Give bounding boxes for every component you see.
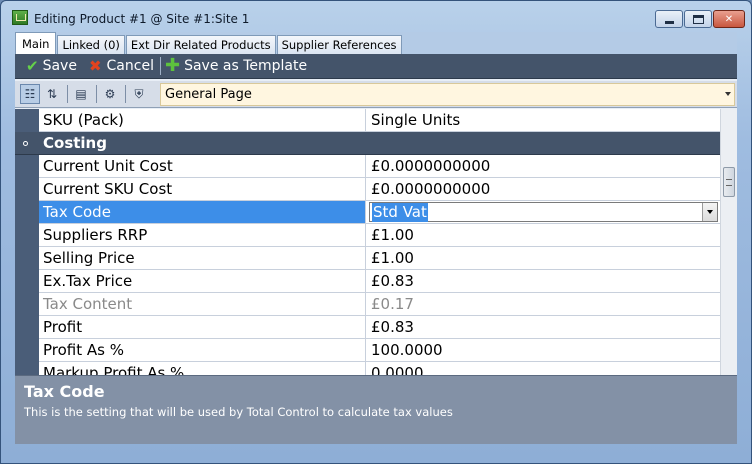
property-row-tax-code[interactable]: Tax Code Std Vat <box>39 201 720 224</box>
shield-icon: ⛨ <box>134 86 144 101</box>
property-value[interactable]: £1.00 <box>367 224 720 246</box>
save-as-template-button[interactable]: ✚ Save as Template <box>165 57 307 75</box>
property-name: Current SKU Cost <box>39 178 366 200</box>
tab-strip: Main Linked (0) Ext Dir Related Products… <box>15 32 737 54</box>
gear-icon: ⚙ <box>104 87 116 101</box>
client-area: Main Linked (0) Ext Dir Related Products… <box>15 32 737 444</box>
property-name: Current Unit Cost <box>39 155 366 177</box>
properties-page-button[interactable]: ▤ <box>71 84 91 104</box>
scrollbar-thumb[interactable] <box>723 167 735 197</box>
maximize-icon <box>692 14 704 24</box>
page-select-dropdown[interactable]: General Page <box>160 83 735 106</box>
security-button[interactable]: ⛨ <box>129 84 149 104</box>
property-name: Markup Profit As % <box>39 362 366 375</box>
tab-main[interactable]: Main <box>15 32 57 54</box>
property-name: Profit As % <box>39 339 366 361</box>
app-window: Editing Product #1 @ Site #1:Site 1 ✕ Ma… <box>0 0 752 464</box>
property-name: Ex.Tax Price <box>39 270 366 292</box>
property-name: Selling Price <box>39 247 366 269</box>
save-label: Save <box>42 58 77 74</box>
toolbar-separator <box>125 85 126 103</box>
tax-code-dropdown-button[interactable] <box>702 203 717 221</box>
property-row-profit-percent[interactable]: Profit As % 100.0000 <box>39 339 720 362</box>
property-row-current-unit-cost[interactable]: Current Unit Cost £0.0000000000 <box>39 155 720 178</box>
cancel-label: Cancel <box>106 58 154 74</box>
property-row-selling-price[interactable]: Selling Price £1.00 <box>39 247 720 270</box>
minimize-button[interactable] <box>655 10 683 28</box>
title-bar[interactable]: Editing Product #1 @ Site #1:Site 1 ✕ <box>1 1 751 33</box>
categorized-view-button[interactable]: ☷ <box>20 84 40 104</box>
check-icon: ✔ <box>26 57 39 75</box>
property-row-current-sku-cost[interactable]: Current SKU Cost £0.0000000000 <box>39 178 720 201</box>
property-value[interactable]: £1.00 <box>367 247 720 269</box>
category-row-costing[interactable]: Costing <box>15 132 720 155</box>
tab-linked[interactable]: Linked (0) <box>57 35 125 54</box>
sort-az-icon: ⇅ <box>46 87 58 101</box>
collapse-icon[interactable] <box>23 141 28 146</box>
property-name: Profit <box>39 316 366 338</box>
app-icon <box>12 10 28 25</box>
description-text: This is the setting that will be used by… <box>24 405 453 419</box>
property-value[interactable]: £0.83 <box>367 316 720 338</box>
property-row-suppliers-rrp[interactable]: Suppliers RRP £1.00 <box>39 224 720 247</box>
property-value[interactable]: Std Vat <box>367 201 720 223</box>
property-row-markup-profit-percent[interactable]: Markup Profit As % 0.0000 <box>39 362 720 375</box>
tab-ext-dir-related-products[interactable]: Ext Dir Related Products <box>125 35 276 54</box>
property-value[interactable]: £0.83 <box>367 270 720 292</box>
save-button[interactable]: ✔ Save <box>26 57 77 75</box>
toolbar-separator <box>159 57 161 75</box>
window-controls: ✕ <box>655 10 745 28</box>
categorized-icon: ☷ <box>24 87 36 101</box>
property-value[interactable]: £0.0000000000 <box>367 178 720 200</box>
close-button[interactable]: ✕ <box>713 10 745 28</box>
property-name: Tax Code <box>39 201 366 223</box>
maximize-button[interactable] <box>684 10 712 28</box>
action-toolbar: ✔ Save ✖ Cancel ✚ Save as Template <box>15 54 737 79</box>
property-row-ex-tax-price[interactable]: Ex.Tax Price £0.83 <box>39 270 720 293</box>
alphabetical-sort-button[interactable]: ⇅ <box>42 84 62 104</box>
property-grid: SKU (Pack) Single Units Costing Current … <box>15 109 737 375</box>
property-value: £0.17 <box>371 295 414 313</box>
property-grid-toolbar: ☷ ⇅ ▤ ⚙ ⛨ General Page <box>15 81 737 108</box>
window-title: Editing Product #1 @ Site #1:Site 1 <box>34 12 250 26</box>
plus-icon: ✚ <box>164 55 181 76</box>
page-icon: ▤ <box>75 87 87 101</box>
category-label: Costing <box>43 134 107 152</box>
property-name: SKU (Pack) <box>39 109 366 131</box>
close-icon: ✕ <box>724 13 734 25</box>
toolbar-separator <box>67 85 68 103</box>
property-row-tax-content[interactable]: Tax Content £0.17 <box>39 293 720 316</box>
tax-code-select-value: Std Vat <box>372 203 428 222</box>
minimize-icon <box>664 20 674 24</box>
property-row-sku-pack[interactable]: SKU (Pack) Single Units <box>39 109 720 132</box>
property-value[interactable]: 0.0000 <box>367 362 720 375</box>
description-title: Tax Code <box>24 382 105 401</box>
page-select-value: General Page <box>165 87 252 102</box>
cancel-icon: ✖ <box>88 57 102 75</box>
vertical-scrollbar[interactable] <box>720 109 737 375</box>
property-row-profit[interactable]: Profit £0.83 <box>39 316 720 339</box>
property-name: Tax Content <box>39 293 366 315</box>
cancel-button[interactable]: ✖ Cancel <box>89 57 154 75</box>
chevron-down-icon <box>725 92 731 96</box>
save-as-template-label: Save as Template <box>184 58 308 74</box>
property-value[interactable]: £0.0000000000 <box>367 155 720 177</box>
property-value[interactable]: 100.0000 <box>367 339 720 361</box>
tab-supplier-references[interactable]: Supplier References <box>276 35 402 54</box>
property-name: Suppliers RRP <box>39 224 366 246</box>
tax-code-select[interactable]: Std Vat <box>369 202 718 222</box>
toolbar-separator <box>96 85 97 103</box>
description-pane: Tax Code This is the setting that will b… <box>15 375 737 444</box>
settings-button[interactable]: ⚙ <box>100 84 120 104</box>
property-value[interactable]: Single Units <box>367 109 720 131</box>
